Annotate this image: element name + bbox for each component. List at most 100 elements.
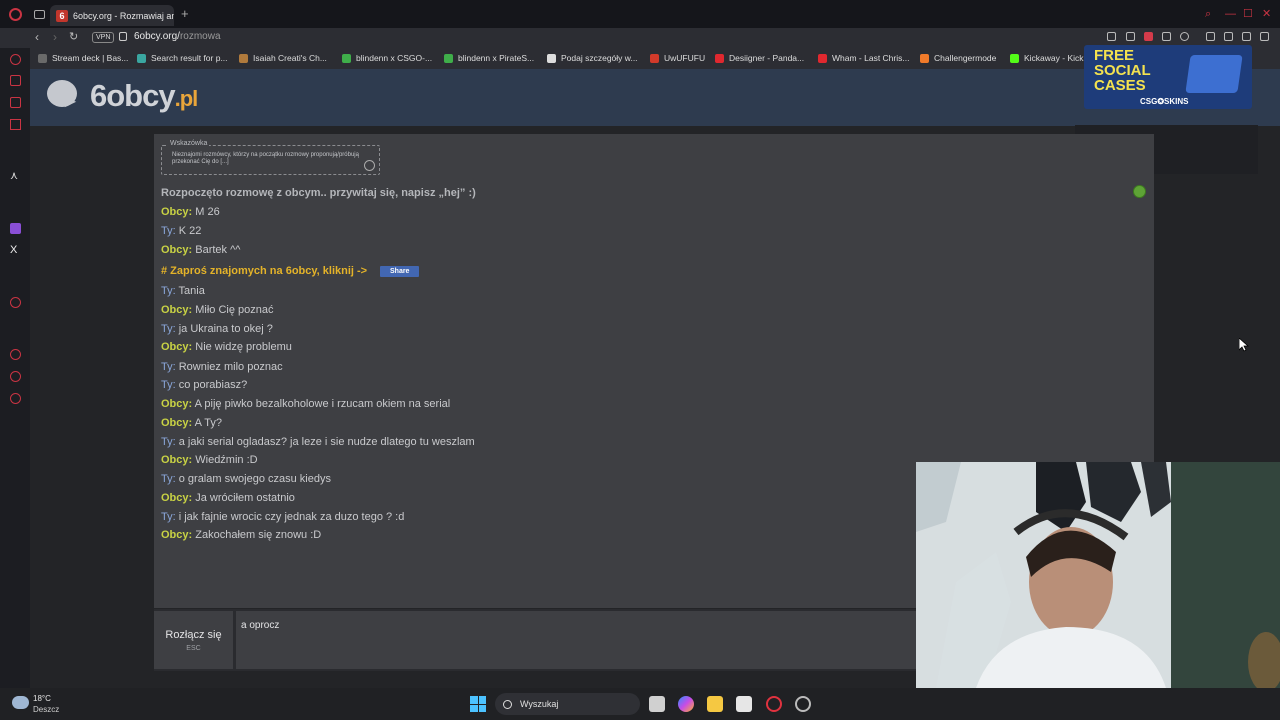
taskbar-search-label: Wyszukaj	[520, 699, 559, 709]
mouse-cursor-icon	[1239, 338, 1249, 352]
minimize-icon[interactable]: —	[1225, 8, 1236, 20]
ad-case-image	[1185, 55, 1243, 93]
chat-message: Ty: K 22	[161, 225, 201, 238]
extensions-icon[interactable]	[1206, 32, 1215, 41]
speed-dial-icon[interactable]	[10, 54, 21, 65]
bookmark-item[interactable]: blindenn x CSGO-...	[342, 53, 432, 63]
bookmark-label: Search result for p...	[151, 53, 228, 63]
weather-description[interactable]: Deszcz	[33, 705, 59, 714]
back-icon[interactable]: ‹	[35, 30, 39, 44]
copilot-icon[interactable]	[678, 696, 694, 712]
reload-icon[interactable]: ↻	[69, 30, 78, 44]
history-icon[interactable]	[10, 349, 21, 360]
lock-icon[interactable]	[119, 32, 127, 41]
chat-message: Ty: o gralam swojego czasu kiedys	[161, 473, 331, 486]
site-logo[interactable]: 6obcy.pl	[90, 78, 198, 114]
bookmark-label: blindenn x CSGO-...	[356, 53, 433, 63]
ad-line-1: FREE	[1094, 47, 1135, 64]
taskbar-search[interactable]: Wyszukaj	[495, 693, 640, 715]
message-input[interactable]	[241, 617, 901, 633]
opera-taskbar-icon[interactable]	[766, 696, 782, 712]
disconnect-button[interactable]: Rozłącz się ESC	[154, 611, 233, 669]
facebook-share-button[interactable]: Share	[380, 266, 419, 277]
bookmark-item[interactable]: Isaiah Creati's Ch...	[239, 53, 327, 63]
close-window-icon[interactable]: ✕	[1262, 8, 1271, 20]
bookmark-icon[interactable]	[1107, 32, 1116, 41]
file-explorer-icon[interactable]	[707, 696, 723, 712]
new-tab-plus-icon[interactable]: +	[181, 7, 189, 21]
message-text: A Ty?	[194, 417, 222, 429]
chat-icon[interactable]	[10, 371, 21, 382]
store-icon[interactable]	[736, 696, 752, 712]
bookmark-favicon-icon	[342, 53, 351, 63]
bookmark-item[interactable]: Desiigner - Panda...	[715, 53, 804, 63]
message-author: Ty:	[161, 225, 176, 237]
aria-icon[interactable]: ⋏	[10, 171, 21, 182]
message-text: o gralam swojego czasu kiedys	[178, 473, 331, 485]
bookmark-favicon-icon	[38, 53, 47, 63]
message-author: Obcy:	[161, 244, 193, 256]
forward-icon[interactable]: ›	[53, 30, 57, 44]
snapshot-icon[interactable]	[1126, 32, 1135, 41]
x-twitter-icon[interactable]: X	[10, 245, 21, 256]
bookmark-item[interactable]: Podaj szczegóły w...	[547, 53, 638, 63]
hint-text: Nieznajomi rozmówcy, którzy na początku …	[172, 152, 359, 165]
bookmark-label: Kickaway - Kick	[1024, 53, 1084, 63]
hint-legend: Wskazówka	[168, 140, 210, 147]
ad-banner[interactable]: FREE SOCIAL CASES CSG✪SKINS	[1084, 45, 1252, 109]
settings-icon[interactable]	[10, 393, 21, 404]
bookmark-item[interactable]: Challengermode	[920, 53, 996, 63]
url-field[interactable]: 6obcy.org/rozmowa	[134, 31, 221, 42]
message-text: Bartek ^^	[195, 244, 241, 256]
bookmark-favicon-icon	[715, 53, 724, 63]
chat-message: Obcy: A Ty?	[161, 417, 222, 430]
chat-message: Ty: co porabiasz?	[161, 379, 247, 392]
search-tabs-icon[interactable]: ⌕	[1205, 8, 1211, 20]
bookmark-item[interactable]: Stream deck | Bas...	[38, 53, 128, 63]
site-logo-bubble-icon[interactable]	[47, 80, 77, 107]
download-icon[interactable]	[1242, 32, 1251, 41]
bookmark-item[interactable]: Wham - Last Chris...	[818, 53, 909, 63]
bookmark-item[interactable]: Kickaway - Kick	[1010, 53, 1084, 63]
vpn-badge[interactable]: VPN	[92, 32, 115, 43]
ad-brand: CSG✪SKINS	[1140, 97, 1189, 106]
message-text: ja Ukraina to okej ?	[178, 323, 273, 335]
pocket-icon[interactable]	[1144, 32, 1153, 41]
bookmark-favicon-icon	[818, 53, 827, 63]
bookmark-item[interactable]: Search result for p...	[137, 53, 228, 63]
bookmark-item[interactable]: UwUFUFU	[650, 53, 705, 63]
chat-message: Ty: Rowniez milo poznac	[161, 361, 283, 374]
browser-tab[interactable]: 6 6obcy.org - Rozmawiaj an	[50, 5, 174, 26]
maximize-icon[interactable]: ☐	[1243, 8, 1253, 20]
profile-icon[interactable]	[1224, 32, 1233, 41]
player-icon[interactable]	[10, 297, 21, 308]
logo-main-text: 6obcy	[90, 78, 176, 113]
heart-icon[interactable]	[1180, 32, 1189, 41]
hint-hand-icon[interactable]	[364, 160, 375, 171]
chat-message: Obcy: Zakochałem się znowu :D	[161, 529, 321, 542]
sound-toggle-icon[interactable]	[1133, 185, 1146, 198]
twitch-icon[interactable]	[10, 223, 21, 234]
music-player-icon[interactable]	[10, 75, 21, 86]
message-author: Obcy:	[161, 529, 193, 541]
chat-message: Obcy: M 26	[161, 206, 220, 219]
messenger-icon[interactable]	[10, 97, 21, 108]
task-view-icon[interactable]	[649, 696, 665, 712]
weather-temperature[interactable]: 18°C	[33, 694, 51, 703]
message-author: Ty:	[161, 285, 176, 297]
opera-logo-icon[interactable]	[9, 8, 22, 21]
bookmark-item[interactable]: blindenn x PirateS...	[444, 53, 534, 63]
message-text: M 26	[195, 206, 220, 218]
play-icon[interactable]	[1162, 32, 1171, 41]
opera-gx-taskbar-icon[interactable]	[795, 696, 811, 712]
message-author: Ty:	[161, 379, 176, 391]
menu-icon[interactable]	[1260, 32, 1269, 41]
browser-sidebar: ⋏ X	[0, 48, 30, 688]
search-icon	[503, 699, 512, 709]
message-author: Obcy:	[161, 398, 193, 410]
tab-islands-icon[interactable]	[34, 10, 45, 19]
message-author: Obcy:	[161, 304, 193, 316]
whatsapp-icon[interactable]	[10, 119, 21, 130]
windows-start-icon[interactable]	[470, 696, 486, 712]
weather-rain-icon[interactable]	[12, 696, 29, 709]
